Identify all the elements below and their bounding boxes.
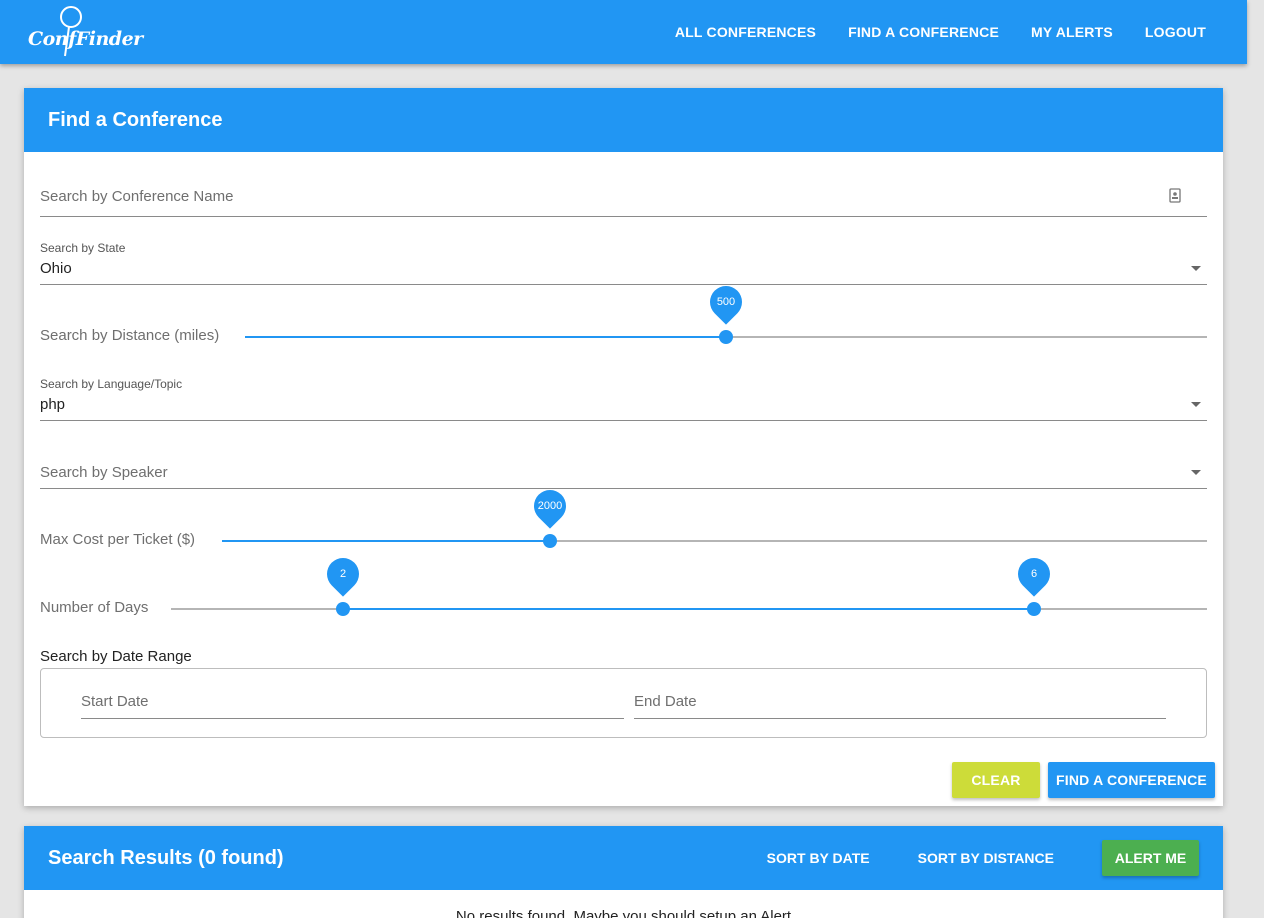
end-date-field[interactable]: End Date [634, 683, 1166, 719]
start-date-underline [81, 718, 624, 719]
date-range-heading: Search by Date Range [40, 648, 192, 665]
no-results-message: No results found. Maybe you should setup… [455, 908, 792, 918]
top-app-bar: ConfFinder ALL CONFERENCES FIND A CONFER… [0, 0, 1247, 64]
days-low-value: 2 [339, 568, 347, 580]
sort-by-distance-button[interactable]: SORT BY DISTANCE [918, 850, 1054, 866]
distance-slider-thumb[interactable] [719, 330, 733, 344]
app-logo[interactable]: ConfFinder [28, 4, 143, 60]
end-date-underline [634, 718, 1166, 719]
speaker-select[interactable]: Search by Speaker [40, 456, 1207, 489]
find-conference-title: Find a Conference [48, 108, 223, 131]
speaker-underline [40, 488, 1207, 489]
days-low-pin: 2 [320, 551, 366, 597]
distance-value: 500 [716, 296, 736, 308]
days-high-thumb[interactable] [1027, 602, 1041, 616]
distance-slider-row: Search by Distance (miles) 500 [40, 279, 1207, 351]
distance-slider-label: Search by Distance (miles) [40, 327, 220, 344]
main-nav: ALL CONFERENCES FIND A CONFERENCE MY ALE… [643, 0, 1206, 64]
cost-value: 2000 [537, 500, 563, 512]
days-high-pin: 6 [1011, 551, 1057, 597]
cost-slider-fill [222, 540, 550, 542]
results-actions: SORT BY DATE SORT BY DISTANCE ALERT ME [767, 840, 1199, 876]
days-slider-track[interactable]: 2 6 [171, 551, 1207, 616]
search-results-header: Search Results (0 found) SORT BY DATE SO… [24, 826, 1223, 890]
conference-name-underline [40, 216, 1207, 217]
nav-all-conferences[interactable]: ALL CONFERENCES [675, 24, 816, 40]
distance-slider-fill [245, 336, 726, 338]
cost-slider-thumb[interactable] [543, 534, 557, 548]
topic-label: Search by Language/Topic [40, 377, 183, 391]
logo-text: ConfFinder [28, 28, 143, 50]
date-range-box: Start Date End Date [40, 668, 1207, 738]
search-results-card: Search Results (0 found) SORT BY DATE SO… [24, 826, 1223, 918]
find-conference-header: Find a Conference [24, 88, 1223, 152]
search-results-title: Search Results (0 found) [48, 846, 284, 869]
distance-slider-track[interactable]: 500 [245, 279, 1207, 344]
days-slider-label: Number of Days [40, 599, 149, 616]
state-value: Ohio [40, 260, 72, 277]
end-date-placeholder: End Date [634, 693, 697, 710]
start-date-field[interactable]: Start Date [81, 683, 624, 719]
conference-name-field[interactable]: Search by Conference Name [40, 184, 1207, 217]
days-high-value: 6 [1030, 568, 1038, 580]
cost-value-pin: 2000 [527, 483, 573, 529]
nav-my-alerts[interactable]: MY ALERTS [1031, 24, 1113, 40]
chevron-down-icon[interactable] [1191, 402, 1201, 407]
days-slider-row: Number of Days 2 6 [40, 551, 1207, 623]
clear-button[interactable]: CLEAR [952, 762, 1040, 798]
topic-value: php [40, 396, 66, 413]
chevron-down-icon[interactable] [1191, 266, 1201, 271]
days-slider-fill [343, 608, 1034, 610]
state-underline [40, 284, 1207, 285]
state-select[interactable]: Search by State Ohio [40, 238, 1207, 285]
topic-underline [40, 420, 1207, 421]
alert-me-button[interactable]: ALERT ME [1102, 840, 1199, 876]
days-low-thumb[interactable] [336, 602, 350, 616]
sort-by-date-button[interactable]: SORT BY DATE [767, 850, 870, 866]
find-a-conference-button[interactable]: FIND A CONFERENCE [1048, 762, 1215, 798]
chevron-down-icon[interactable] [1191, 470, 1201, 475]
state-label: Search by State [40, 241, 126, 255]
topic-select[interactable]: Search by Language/Topic php [40, 374, 1207, 421]
distance-value-pin: 500 [703, 279, 749, 325]
conference-name-placeholder: Search by Conference Name [40, 188, 234, 205]
cost-slider-label: Max Cost per Ticket ($) [40, 531, 196, 548]
find-conference-card: Find a Conference Search by Conference N… [24, 88, 1223, 806]
speaker-placeholder: Search by Speaker [40, 464, 168, 481]
nav-logout[interactable]: LOGOUT [1145, 24, 1206, 40]
cost-slider-track[interactable]: 2000 [222, 483, 1207, 548]
cost-slider-row: Max Cost per Ticket ($) 2000 [40, 483, 1207, 555]
start-date-placeholder: Start Date [81, 693, 149, 710]
nav-find-a-conference[interactable]: FIND A CONFERENCE [848, 24, 999, 40]
contact-card-icon [1169, 188, 1181, 203]
